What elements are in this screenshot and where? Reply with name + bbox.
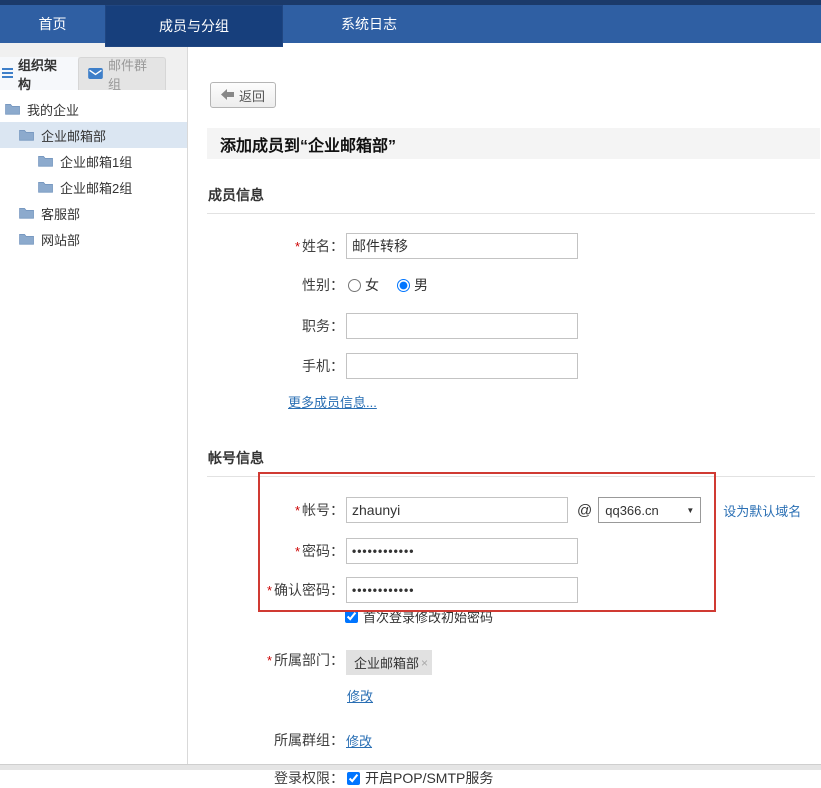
department-row: *所属部门： 企业邮箱部 × [208,650,821,675]
bottom-window-strip [0,764,821,770]
section-header-member-info: 成员信息 [208,185,821,205]
required-marker: * [295,544,300,559]
password-label: *密码： [208,541,344,561]
name-row: *姓名： [208,233,821,259]
password-input[interactable] [346,538,578,564]
gender-female-label: 女 [365,275,379,295]
folder-icon [5,103,20,115]
group-label: 所属群组： [208,730,344,750]
top-navbar: 首页 成员与分组 系统日志 [0,5,821,43]
account-label: *帐号： [208,500,344,520]
name-input[interactable] [346,233,578,259]
nav-tab-home[interactable]: 首页 [0,5,105,43]
job-title-input[interactable] [346,313,578,339]
folder-icon [19,207,34,219]
back-arrow-icon [221,88,234,103]
pop-smtp-checkbox-label: 开启POP/SMTP服务 [365,768,493,788]
login-permission-label: 登录权限： [208,768,344,788]
folder-icon [38,181,53,193]
department-label: *所属部门： [208,650,344,670]
sidebar-tab-band: 组织架构 邮件群组 [0,43,187,90]
tree-item-mailbox-dept[interactable]: 企业邮箱部 [0,122,187,148]
tree-item-my-company[interactable]: 我的企业 [0,96,187,122]
department-tag: 企业邮箱部 × [346,650,432,675]
more-member-info-wrap: 更多成员信息... [288,392,821,412]
tree-item-label: 客服部 [41,204,80,223]
required-marker: * [295,503,300,518]
gender-female-radio[interactable] [348,279,361,292]
section-divider [207,476,815,477]
mobile-row: 手机： [208,353,821,379]
gender-label: 性别： [208,275,344,295]
group-row: 所属群组： 修改 [208,732,821,748]
sidebar-tab-label: 组织架构 [18,55,69,93]
sidebar: 组织架构 邮件群组 我的企业 企业邮箱部 企业邮箱1组 [0,43,188,764]
required-marker: * [267,653,272,668]
department-modify-wrap: 修改 [347,686,821,706]
first-login-checkbox-label: 首次登录修改初始密码 [363,607,493,626]
mobile-label: 手机： [208,356,344,376]
remove-tag-icon[interactable]: × [421,656,428,670]
back-button-label: 返回 [239,86,265,105]
pop-smtp-checkbox[interactable] [347,772,360,785]
job-title-label: 职务： [208,316,344,336]
tree-item-label: 网站部 [41,230,80,249]
confirm-password-input[interactable] [346,577,578,603]
tree-item-label: 我的企业 [27,100,79,119]
required-marker: * [267,583,272,598]
group-modify-link[interactable]: 修改 [346,731,372,750]
tree-item-label: 企业邮箱1组 [60,152,132,171]
domain-select-value: qq366.cn [605,503,659,518]
section-divider [207,213,815,214]
mail-icon [88,67,103,82]
gender-male-radio[interactable] [397,279,410,292]
sidebar-tab-org-structure[interactable]: 组织架构 [0,57,78,90]
sidebar-tab-label: 邮件群组 [108,55,156,93]
sidebar-tab-mail-groups[interactable]: 邮件群组 [78,57,166,90]
tree-item-label: 企业邮箱2组 [60,178,132,197]
account-row: *帐号： @ qq366.cn ▼ 设为默认域名 [208,497,821,523]
job-title-row: 职务： [208,313,821,339]
set-default-domain-link[interactable]: 设为默认域名 [723,501,801,520]
page-title: 添加成员到“企业邮箱部” [207,128,820,159]
password-row: *密码： [208,538,821,564]
tree-item-website-dept[interactable]: 网站部 [0,226,187,252]
section-header-account-info: 帐号信息 [208,448,821,468]
tree-item-label: 企业邮箱部 [41,126,106,145]
gender-row: 性别： 女 男 [208,275,821,295]
folder-icon [19,129,34,141]
name-label: *姓名： [208,236,344,256]
confirm-password-label: *确认密码： [208,580,344,600]
tree-item-mailbox-group2[interactable]: 企业邮箱2组 [0,174,187,200]
mobile-input[interactable] [346,353,578,379]
at-symbol: @ [577,502,592,519]
required-marker: * [295,239,300,254]
first-login-row: 首次登录修改初始密码 [345,608,821,624]
org-list-icon [2,66,13,81]
first-login-checkbox[interactable] [345,610,358,623]
domain-select[interactable]: qq366.cn ▼ [598,497,701,523]
nav-tab-system-log[interactable]: 系统日志 [283,5,455,43]
folder-icon [19,233,34,245]
gender-male-label: 男 [414,275,428,295]
chevron-down-icon: ▼ [686,506,694,515]
nav-tab-members-groups[interactable]: 成员与分组 [105,5,283,47]
more-member-info-link[interactable]: 更多成员信息... [288,395,377,410]
tree-item-service-dept[interactable]: 客服部 [0,200,187,226]
login-permission-row: 登录权限： 开启POP/SMTP服务 [208,770,821,786]
main-content: 返回 添加成员到“企业邮箱部” 成员信息 *姓名： 性别： 女 男 职务： 手机… [189,43,821,764]
org-tree: 我的企业 企业邮箱部 企业邮箱1组 企业邮箱2组 客服部 [0,90,187,252]
account-input[interactable] [346,497,568,523]
folder-icon [38,155,53,167]
department-modify-link[interactable]: 修改 [347,689,373,704]
tree-item-mailbox-group1[interactable]: 企业邮箱1组 [0,148,187,174]
back-button[interactable]: 返回 [210,82,276,108]
confirm-password-row: *确认密码： [208,577,821,603]
